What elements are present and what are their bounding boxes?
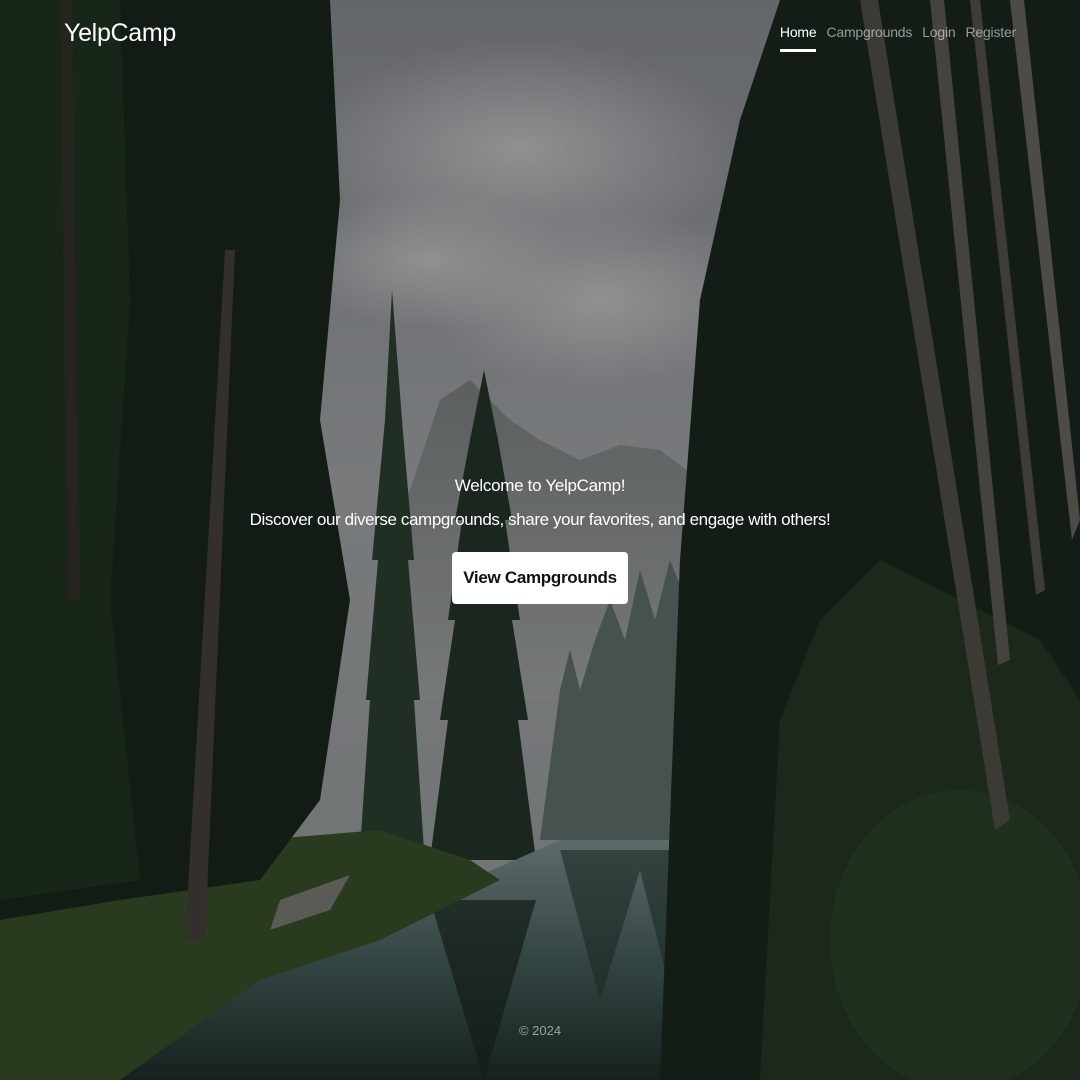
nav-link-campgrounds[interactable]: Campgrounds bbox=[826, 24, 912, 52]
hero-lead-text: Discover our diverse campgrounds, share … bbox=[249, 510, 831, 529]
copyright-text: © 2024 bbox=[518, 1023, 562, 1038]
hero-title: Welcome to YelpCamp! bbox=[454, 476, 626, 495]
nav-link-login[interactable]: Login bbox=[922, 24, 955, 52]
main-nav: Home Campgrounds Login Register bbox=[779, 24, 1016, 52]
page: YelpCamp Home Campgrounds Login Register… bbox=[0, 0, 1080, 1080]
nav-link-home[interactable]: Home bbox=[779, 24, 817, 52]
nav-link-register[interactable]: Register bbox=[965, 24, 1016, 52]
footer: © 2024 bbox=[0, 1023, 1080, 1038]
view-campgrounds-button[interactable]: View Campgrounds bbox=[452, 552, 628, 604]
hero-section: Welcome to YelpCamp! Discover our divers… bbox=[0, 474, 1080, 604]
navbar: YelpCamp Home Campgrounds Login Register bbox=[0, 0, 1080, 70]
brand-logo[interactable]: YelpCamp bbox=[64, 19, 176, 48]
